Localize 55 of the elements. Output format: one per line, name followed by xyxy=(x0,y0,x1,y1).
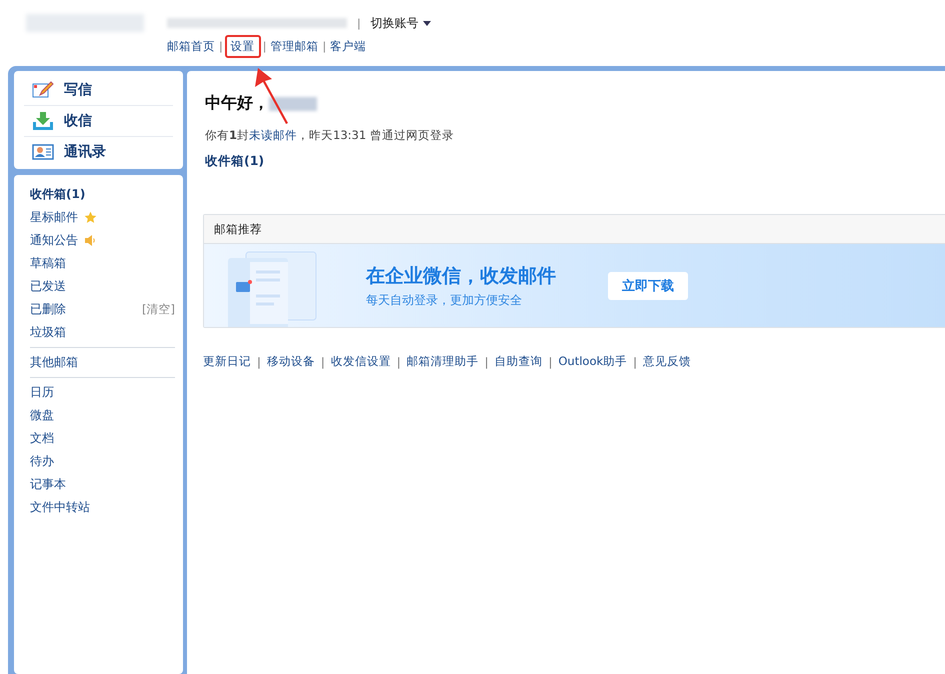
unread-mail-link[interactable]: 未读邮件 xyxy=(249,128,298,142)
blurred-name xyxy=(269,96,317,110)
banner-headline: 在企业微信，收发邮件 xyxy=(366,264,556,288)
folder-link[interactable]: 记事本 xyxy=(30,476,66,493)
nav-link[interactable]: 邮箱首页 xyxy=(167,38,219,54)
download-button[interactable]: 立即下载 xyxy=(608,272,688,300)
folder-link[interactable]: 已发送 xyxy=(30,278,66,295)
quick-action-link[interactable]: 收信 xyxy=(64,112,92,130)
footer-link[interactable]: 更新日记 xyxy=(203,354,251,369)
nav-link[interactable]: 设置 xyxy=(224,34,261,58)
folder-link[interactable]: 收件箱(1) xyxy=(30,186,86,203)
speaker-icon xyxy=(84,235,96,246)
footer-link[interactable]: 自助查询 xyxy=(494,354,542,369)
footer-link[interactable]: 移动设备 xyxy=(266,354,315,369)
separator: | xyxy=(322,40,326,52)
footer-link[interactable]: 意见反馈 xyxy=(643,354,692,369)
folder-link[interactable]: 垃圾箱 xyxy=(30,324,66,341)
separator: | xyxy=(262,40,266,52)
folder-link[interactable]: 微盘 xyxy=(30,407,54,424)
folder-link[interactable]: 文档 xyxy=(30,430,54,447)
folder-link[interactable]: 星标邮件 xyxy=(30,209,78,226)
quick-action-link[interactable]: 通讯录 xyxy=(64,143,106,161)
switch-account-link[interactable]: 切换账号 xyxy=(370,14,431,32)
quick-action-link[interactable]: 写信 xyxy=(64,81,92,99)
separator: | xyxy=(257,354,261,368)
pencil-note-icon xyxy=(32,81,54,99)
separator: | xyxy=(396,354,401,368)
footer-link[interactable]: 邮箱清理助手 xyxy=(406,354,479,369)
separator: | xyxy=(357,16,361,30)
empty-trash-link[interactable]: [清空] xyxy=(142,302,175,317)
folder-link[interactable]: 草稿箱 xyxy=(30,255,66,272)
folder-link[interactable]: 待办 xyxy=(30,453,54,470)
login-info: 你有1封未读邮件，昨天13:31 曾通过网页登录 xyxy=(205,128,455,143)
panel-title: 邮箱推荐 xyxy=(204,215,945,244)
separator: | xyxy=(219,40,223,52)
folder-link[interactable]: 其他邮箱 xyxy=(30,354,78,371)
separator: | xyxy=(484,354,488,368)
contact-card-icon xyxy=(32,143,54,161)
star-icon xyxy=(84,211,97,224)
greeting: 中午好， xyxy=(205,93,269,114)
folder-link[interactable]: 已删除 xyxy=(30,301,66,318)
banner-subline: 每天自动登录，更加方便安全 xyxy=(366,292,523,308)
nav-link[interactable]: 管理邮箱 xyxy=(266,38,322,54)
folder-link[interactable]: 日历 xyxy=(30,384,54,401)
footer-link[interactable]: 收发信设置 xyxy=(330,354,391,369)
separator: | xyxy=(548,354,552,368)
folder-link[interactable]: 文件中转站 xyxy=(30,499,90,516)
footer-link[interactable]: Outlook助手 xyxy=(558,354,628,369)
separator: | xyxy=(633,354,638,368)
folder-link[interactable]: 通知公告 xyxy=(30,232,78,249)
nav-link[interactable]: 客户端 xyxy=(326,38,370,54)
inbox-download-icon xyxy=(32,111,54,131)
inbox-link[interactable]: 收件箱(1) xyxy=(205,153,945,170)
caret-icon xyxy=(422,20,431,26)
separator: | xyxy=(320,354,325,368)
